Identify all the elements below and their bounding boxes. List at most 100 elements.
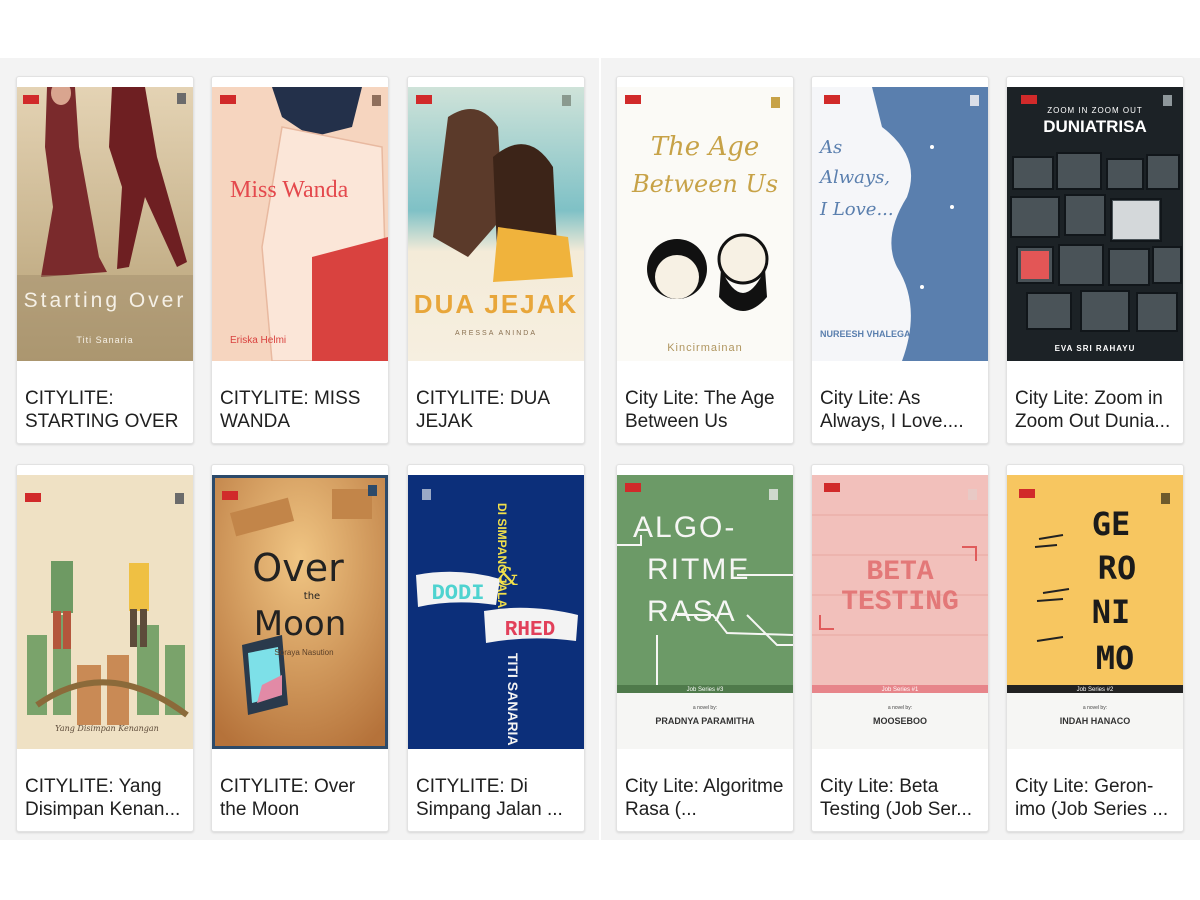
book-cover: The Age Between Us Kincirmainan — [617, 87, 793, 361]
publisher-logo-icon — [824, 483, 840, 492]
book-title[interactable]: CITYLITE: Yang Disimpan Kenan... — [25, 775, 187, 821]
book-cover: As Always, I Love... NUREESH VHALEGA — [812, 87, 988, 361]
publisher-logo-icon — [416, 95, 432, 104]
publisher-logo-icon — [824, 95, 840, 104]
cover-title-line: TESTING — [841, 587, 959, 618]
book-title[interactable]: City Lite: Zoom in Zoom Out Dunia... — [1015, 387, 1177, 433]
book-card[interactable]: Miss Wanda Eriska Helmi CITYLITE: MISS W… — [211, 76, 389, 444]
cover-byline: a novel by: — [693, 705, 717, 711]
cover-byline: a novel by: — [1083, 705, 1107, 711]
book-card[interactable]: DI SIMPANG JALAN DODI & RHED TITI SANARI… — [407, 464, 585, 832]
book-title[interactable]: CITYLITE: Over the Moon — [220, 775, 382, 821]
cover-title-line: Over — [252, 546, 344, 590]
book-title[interactable]: CITYLITE: STARTING OVER — [25, 387, 187, 433]
publisher-logo-icon — [1021, 95, 1037, 104]
book-cover: Miss Wanda Eriska Helmi — [212, 87, 388, 361]
book-cover: BETA TESTING Job Series #1 a novel by: M… — [812, 475, 988, 749]
cover-title: Starting Over — [24, 289, 187, 312]
book-badge-icon — [422, 489, 431, 500]
cover-title: DUA JEJAK — [414, 289, 578, 319]
book-badge-icon — [175, 493, 184, 504]
cover-title-line: the — [304, 591, 320, 602]
book-badge-icon — [372, 95, 381, 106]
book-card[interactable]: DUA JEJAK ARESSA ANINDA CITYLITE: DUA JE… — [407, 76, 585, 444]
book-title[interactable]: City Lite: The Age Between Us — [625, 387, 787, 433]
cover-title-line: ALGO- — [633, 511, 736, 544]
cover-title: DUNIATRISA — [1043, 117, 1147, 136]
book-badge-icon — [368, 485, 377, 496]
book-title[interactable]: City Lite: Beta Testing (Job Ser... — [820, 775, 982, 821]
publisher-logo-icon — [625, 483, 641, 492]
publisher-logo-icon — [23, 95, 39, 104]
cover-title-line: The Age — [651, 132, 760, 162]
book-badge-icon — [970, 95, 979, 106]
cover-series: Job Series #1 — [882, 687, 919, 693]
cover-author: Soraya Nasution — [274, 648, 333, 657]
book-card[interactable]: Starting Over Titi Sanaria CITYLITE: STA… — [16, 76, 194, 444]
cover-title-line: RITME — [647, 553, 750, 586]
cover-title-line: I Love... — [819, 199, 894, 220]
book-badge-icon — [771, 97, 780, 108]
cover-title: Miss Wanda — [230, 177, 349, 203]
cover-series: Job Series #2 — [1077, 687, 1114, 693]
cover-author: EVA SRI RAHAYU — [1055, 344, 1136, 353]
cover-author: TITI SANARIA — [505, 653, 521, 746]
book-cover: DI SIMPANG JALAN DODI & RHED TITI SANARI… — [408, 475, 584, 749]
book-title[interactable]: CITYLITE: MISS WANDA — [220, 387, 382, 433]
book-title[interactable]: CITYLITE: DUA JEJAK — [416, 387, 578, 433]
book-card[interactable]: The Age Between Us Kincirmainan City Lit… — [616, 76, 794, 444]
publisher-logo-icon — [25, 493, 41, 502]
cover-title-line: Moon — [254, 604, 347, 644]
book-badge-icon — [1161, 493, 1170, 504]
book-card[interactable]: ALGO- RITME RASA Job Series #3 a novel b… — [616, 464, 794, 832]
cover-author: INDAH HANACO — [1060, 716, 1131, 726]
book-card[interactable]: As Always, I Love... NUREESH VHALEGA Cit… — [811, 76, 989, 444]
cover-series: Job Series #3 — [687, 687, 724, 693]
cover-byline: a novel by: — [888, 705, 912, 711]
cover-title-line: BETA — [866, 557, 933, 588]
book-badge-icon — [968, 489, 977, 500]
cover-title-line: MO — [1096, 639, 1135, 677]
book-cover: DUA JEJAK ARESSA ANINDA — [408, 87, 584, 361]
cover-subtitle: ZOOM IN ZOOM OUT — [1047, 106, 1143, 115]
cover-author: Titi Sanaria — [76, 335, 133, 345]
book-card[interactable]: Yang Disimpan Kenangan CITYLITE: Yang Di… — [16, 464, 194, 832]
cover-ampersand: & — [497, 563, 518, 591]
book-card[interactable]: Over the Moon Soraya Nasution CITYLITE: … — [211, 464, 389, 832]
cover-title: Yang Disimpan Kenangan — [55, 724, 159, 733]
book-card[interactable]: BETA TESTING Job Series #1 a novel by: M… — [811, 464, 989, 832]
cover-name: DODI — [432, 581, 485, 606]
book-badge-icon — [769, 489, 778, 500]
book-badge-icon — [562, 95, 571, 106]
book-title[interactable]: City Lite: As Always, I Love.... — [820, 387, 982, 433]
book-title[interactable]: City Lite: Geron-imo (Job Series ... — [1015, 775, 1177, 821]
book-cover: Yang Disimpan Kenangan — [17, 475, 193, 749]
publisher-logo-icon — [625, 95, 641, 104]
cover-title-line: Always, — [818, 167, 890, 188]
book-cover: GE RO NI MO Job Series #2 a novel by: IN… — [1007, 475, 1183, 749]
cover-author: ARESSA ANINDA — [455, 330, 537, 337]
publisher-logo-icon — [1019, 489, 1035, 498]
publisher-logo-icon — [220, 95, 236, 104]
cover-author: PRADNYA PARAMITHA — [655, 716, 755, 726]
cover-title: DI SIMPANG JALAN — [495, 503, 509, 617]
cover-title-line: GE — [1092, 505, 1131, 543]
book-title[interactable]: City Lite: Algoritme Rasa (... — [625, 775, 787, 821]
cover-author: MOOSEBOO — [873, 716, 927, 726]
publisher-logo-icon — [222, 491, 238, 500]
cover-title-line: NI — [1092, 593, 1131, 631]
cover-author: NUREESH VHALEGA — [820, 329, 911, 339]
book-cover: Starting Over Titi Sanaria — [17, 87, 193, 361]
cover-author: Kincirmainan — [667, 342, 743, 354]
book-card[interactable]: GE RO NI MO Job Series #2 a novel by: IN… — [1006, 464, 1184, 832]
cover-author: Eriska Helmi — [230, 335, 286, 346]
book-cover: ALGO- RITME RASA Job Series #3 a novel b… — [617, 475, 793, 749]
cover-title-line: Between Us — [631, 170, 778, 198]
cover-title-line: As — [818, 137, 842, 158]
book-cover: ZOOM IN ZOOM OUT DUNIATRISA EVA SRI RAHA… — [1007, 87, 1183, 361]
cover-name: RHED — [505, 619, 555, 642]
cover-title-line: RO — [1098, 549, 1137, 587]
book-card[interactable]: ZOOM IN ZOOM OUT DUNIATRISA EVA SRI RAHA… — [1006, 76, 1184, 444]
book-cover: Over the Moon Soraya Nasution — [212, 475, 388, 749]
book-title[interactable]: CITYLITE: Di Simpang Jalan ... — [416, 775, 578, 821]
